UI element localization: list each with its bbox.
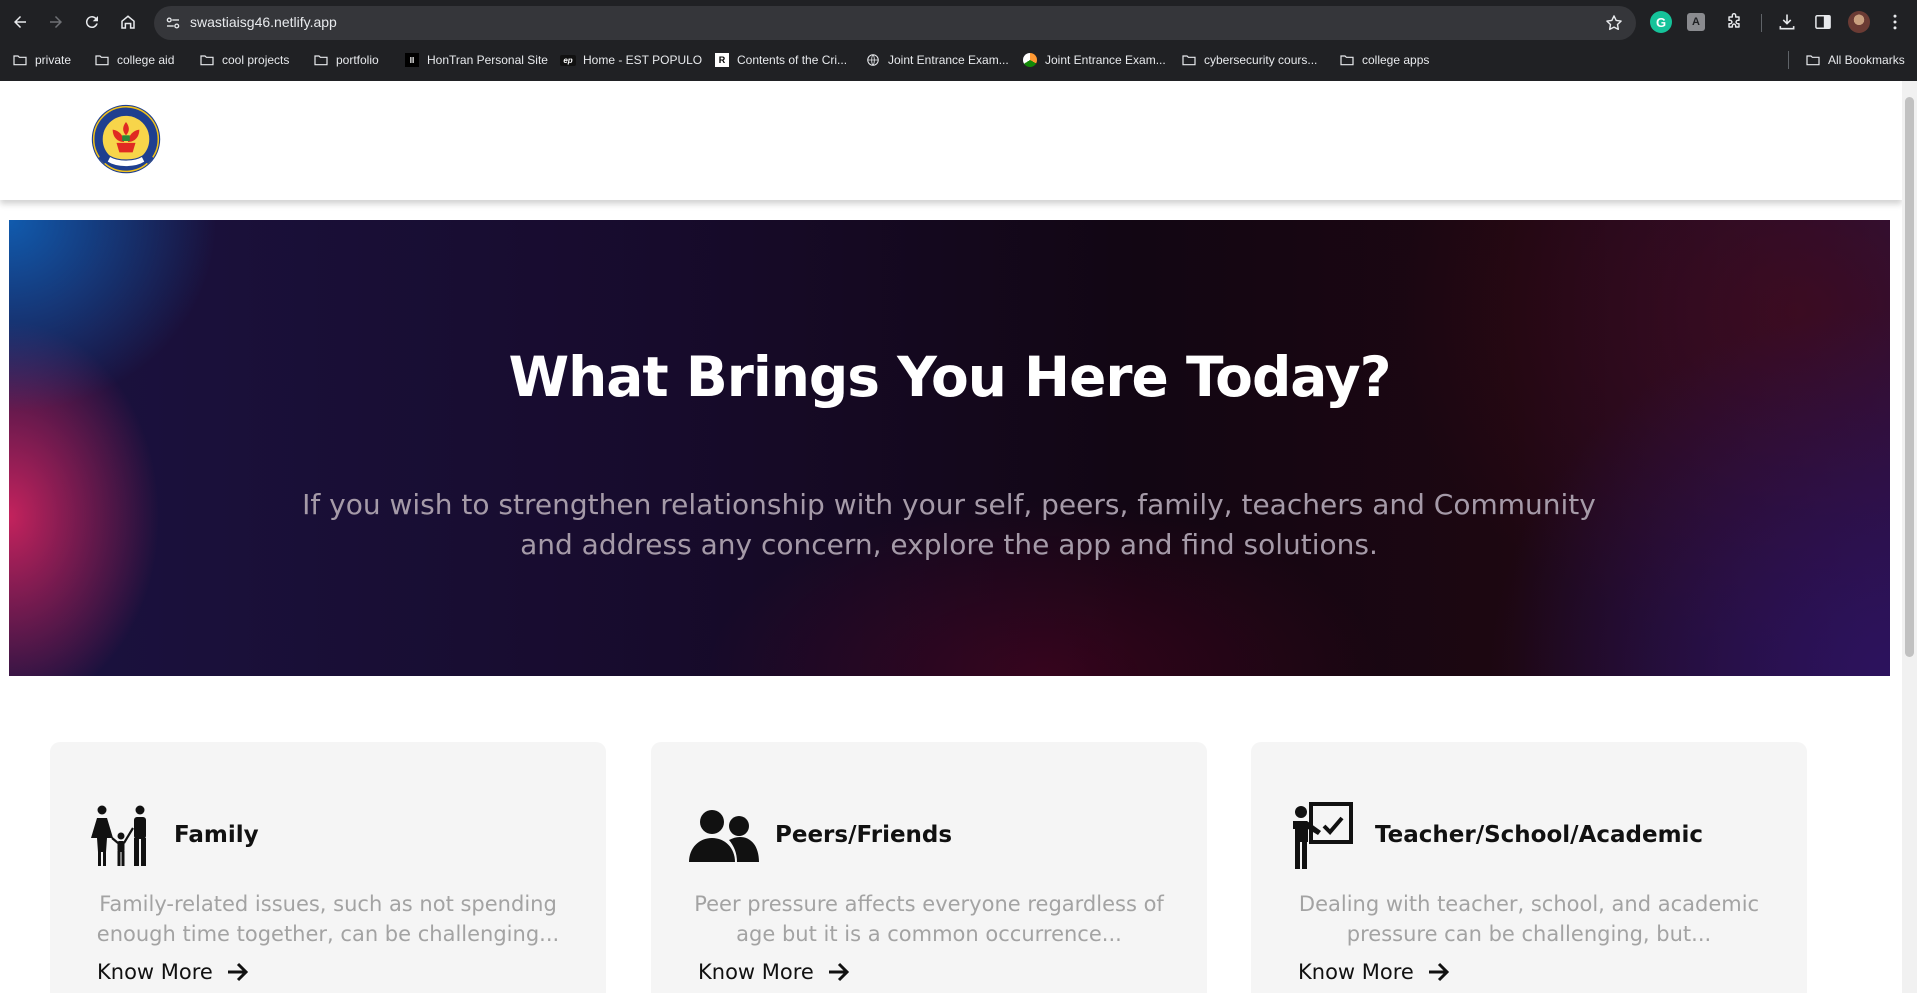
folder-icon (1805, 52, 1821, 68)
know-more-link[interactable]: Know More (1298, 960, 1450, 984)
home-button[interactable] (115, 9, 141, 35)
bookmark-label: private (35, 53, 72, 67)
card-title: Teacher/School/Academic (1375, 822, 1704, 848)
folder-icon (94, 52, 110, 68)
bookmark-est-populo[interactable]: ep Home - EST POPULO (560, 50, 702, 70)
bookmark-label: HonTran Personal Site (427, 53, 548, 67)
card-family[interactable]: Family Family-related issues, such as no… (50, 742, 606, 993)
hero-banner: What Brings You Here Today? If you wish … (9, 220, 1890, 676)
arrow-right-icon (227, 962, 248, 982)
grammarly-extension-icon[interactable]: G (1650, 11, 1672, 33)
browser-toolbar: swastiaisg46.netlify.app G A (0, 0, 1917, 45)
card-title: Peers/Friends (775, 822, 953, 848)
bookmark-contents[interactable]: R Contents of the Cri... (714, 50, 847, 70)
family-icon (91, 805, 146, 866)
teacher-icon (1293, 802, 1353, 869)
card-title: Family (174, 822, 259, 848)
forward-button[interactable] (43, 9, 69, 35)
card-description: Family-related issues, such as not spend… (96, 892, 560, 946)
bookmark-label: college aid (117, 53, 175, 67)
know-more-label: Know More (1298, 960, 1414, 984)
bookmark-folder-private[interactable]: private (12, 50, 71, 70)
all-bookmarks-folder[interactable]: All Bookmarks (1805, 50, 1905, 70)
bookmark-star-icon[interactable] (1604, 13, 1624, 33)
bookmark-jee-1[interactable]: Joint Entrance Exam... (865, 50, 1009, 70)
know-more-label: Know More (97, 960, 213, 984)
arrow-right-icon (1428, 962, 1449, 982)
hontran-favicon: II (405, 53, 419, 67)
hero-title: What Brings You Here Today? (508, 345, 1391, 409)
bookmark-label: college apps (1362, 53, 1430, 67)
folder-icon (1339, 52, 1355, 68)
folder-icon (199, 52, 215, 68)
arrow-right-icon (50, 16, 62, 28)
globe-icon (865, 52, 881, 68)
bookmark-folder-college-aid[interactable]: college aid (94, 50, 174, 70)
card-peers[interactable]: Peers/Friends Peer pressure affects ever… (651, 742, 1207, 993)
bookmark-folder-portfolio[interactable]: portfolio (313, 50, 379, 70)
bookmark-folder-college-apps[interactable]: college apps (1339, 50, 1429, 70)
est-populo-favicon: ep (560, 54, 576, 66)
url-text[interactable]: swastiaisg46.netlify.app (190, 14, 337, 30)
india-favicon (1023, 53, 1037, 67)
folder-icon (1181, 52, 1197, 68)
bookmark-label: Home - EST POPULO (583, 53, 703, 67)
more-menu-icon[interactable] (1884, 11, 1906, 33)
reload-icon (85, 16, 98, 29)
bookmark-jee-2[interactable]: Joint Entrance Exam... (1022, 50, 1166, 70)
back-button[interactable] (7, 9, 33, 35)
folder-icon (12, 52, 28, 68)
arrow-right-icon (828, 962, 849, 982)
bookmarks-separator (1788, 51, 1789, 69)
site-settings-icon[interactable] (164, 14, 182, 32)
know-more-link[interactable]: Know More (97, 960, 249, 984)
page-scrollbar[interactable] (1902, 81, 1917, 993)
card-description: Dealing with teacher, school, and academ… (1298, 892, 1760, 946)
bookmark-label: portfolio (336, 53, 379, 67)
know-more-label: Know More (698, 960, 814, 984)
bookmark-folder-cybersecurity[interactable]: cybersecurity cours... (1181, 50, 1317, 70)
browser-chrome: swastiaisg46.netlify.app G A private col… (0, 0, 1917, 81)
bookmark-label: cybersecurity cours... (1204, 53, 1318, 67)
card-teacher[interactable]: Teacher/School/Academic Dealing with tea… (1251, 742, 1807, 993)
card-description: Peer pressure affects everyone regardles… (694, 892, 1164, 946)
arrow-left-icon (14, 16, 26, 28)
bookmarks-bar: private college aid cool projects portfo… (0, 47, 1917, 73)
bookmark-label: cool projects (222, 53, 290, 67)
profile-avatar[interactable] (1848, 11, 1870, 33)
know-more-link[interactable]: Know More (698, 960, 850, 984)
bookmark-label: Joint Entrance Exam... (888, 53, 1009, 67)
address-bar[interactable]: swastiaisg46.netlify.app (154, 6, 1636, 40)
translate-extension-icon[interactable]: A (1687, 13, 1705, 31)
reload-button[interactable] (79, 9, 105, 35)
school-logo[interactable] (88, 102, 164, 180)
home-icon (121, 15, 135, 29)
peers-icon (689, 810, 759, 862)
bookmark-folder-cool-projects[interactable]: cool projects (199, 50, 289, 70)
bookmark-label: Joint Entrance Exam... (1045, 53, 1166, 67)
folder-icon (313, 52, 329, 68)
hero-subtitle: If you wish to strengthen relationship w… (302, 488, 1596, 561)
scrollbar-thumb[interactable] (1905, 97, 1914, 657)
downloads-icon[interactable] (1776, 11, 1798, 33)
side-panel-icon[interactable] (1812, 11, 1834, 33)
bookmark-label: Contents of the Cri... (737, 53, 848, 67)
site-header (0, 81, 1902, 200)
all-bookmarks-label: All Bookmarks (1828, 53, 1905, 67)
bookmark-hontran[interactable]: II HonTran Personal Site (404, 50, 548, 70)
web-page: What Brings You Here Today? If you wish … (0, 81, 1902, 993)
toolbar-separator (1761, 14, 1762, 32)
r-favicon: R (715, 53, 729, 67)
extensions-puzzle-icon[interactable] (1723, 11, 1745, 33)
